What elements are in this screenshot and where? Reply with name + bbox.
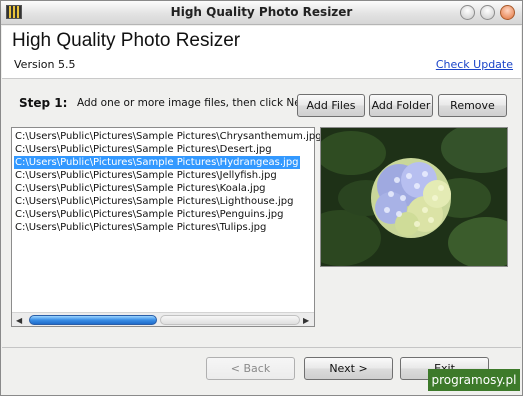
step-label: Step 1:	[19, 96, 68, 110]
version-label: Version 5.5	[14, 58, 76, 71]
maximize-button[interactable]	[480, 5, 495, 20]
file-list-item[interactable]: C:\Users\Public\Pictures\Sample Pictures…	[14, 143, 273, 156]
step-instruction: Add one or more image files, then click …	[77, 97, 315, 109]
window-title: High Quality Photo Resizer	[170, 5, 353, 19]
remove-button[interactable]: Remove	[438, 94, 507, 117]
file-list-item[interactable]: C:\Users\Public\Pictures\Sample Pictures…	[14, 221, 267, 234]
scrollbar-thumb[interactable]	[29, 315, 157, 325]
file-list-item[interactable]: C:\Users\Public\Pictures\Sample Pictures…	[14, 208, 285, 221]
file-list-item[interactable]: C:\Users\Public\Pictures\Sample Pictures…	[14, 182, 267, 195]
watermark: programosy.pl	[428, 369, 520, 391]
minimize-button[interactable]	[460, 5, 475, 20]
image-preview	[320, 127, 508, 267]
next-button[interactable]: Next >	[304, 357, 393, 380]
file-list[interactable]: C:\Users\Public\Pictures\Sample Pictures…	[11, 127, 322, 327]
hydrangea-preview-image	[321, 128, 507, 266]
scroll-left-icon[interactable]: ◀	[16, 316, 22, 325]
horizontal-scrollbar[interactable]: ◀ ▶	[12, 312, 314, 326]
back-button[interactable]: < Back	[206, 357, 295, 380]
scroll-right-icon[interactable]: ▶	[303, 316, 309, 325]
title-bar[interactable]: High Quality Photo Resizer	[1, 1, 522, 25]
add-files-button[interactable]: Add Files	[297, 94, 365, 117]
file-list-item[interactable]: C:\Users\Public\Pictures\Sample Pictures…	[14, 130, 323, 143]
file-list-item[interactable]: C:\Users\Public\Pictures\Sample Pictures…	[14, 195, 294, 208]
file-list-item[interactable]: C:\Users\Public\Pictures\Sample Pictures…	[14, 169, 278, 182]
app-window: High Quality Photo Resizer High Quality …	[0, 0, 523, 396]
scrollbar-track[interactable]	[160, 315, 300, 325]
file-list-item-selected[interactable]: C:\Users\Public\Pictures\Sample Pictures…	[14, 156, 300, 169]
check-update-link[interactable]: Check Update	[436, 58, 513, 71]
header-panel: High Quality Photo Resizer Version 5.5 C…	[2, 26, 521, 79]
close-button[interactable]	[500, 5, 515, 20]
add-folder-button[interactable]: Add Folder	[369, 94, 433, 117]
app-title: High Quality Photo Resizer	[12, 30, 241, 51]
footer-divider	[2, 347, 521, 348]
